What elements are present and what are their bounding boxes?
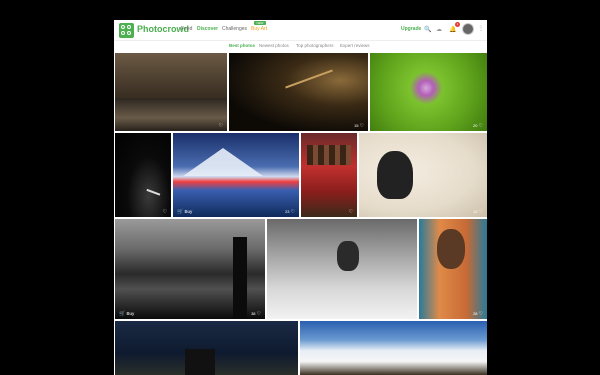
new-badge: NEW	[254, 21, 266, 25]
photocrowd-app: Photocrowd Feed Discover Challenges NEW …	[114, 20, 487, 375]
nav-buy-art[interactable]: Buy Art	[251, 26, 267, 32]
avatar[interactable]	[462, 23, 474, 35]
photo-stats: 23♡	[285, 209, 295, 215]
tab-expert-reviews[interactable]: Expert reviews	[340, 43, 370, 48]
photo-tile[interactable]: 20♡	[370, 53, 487, 131]
heart-icon[interactable]: ♡	[479, 123, 483, 129]
cart-icon: 🛒	[177, 209, 184, 215]
photo-stats: 12♡	[473, 209, 483, 215]
nav-feed[interactable]: Feed	[181, 26, 192, 32]
photo-tile[interactable]: ♡	[301, 133, 357, 217]
nav-discover[interactable]: Discover	[197, 26, 218, 32]
photo-tile[interactable]: 15♡	[229, 53, 368, 131]
heart-icon[interactable]: ♡	[349, 209, 353, 215]
heart-icon[interactable]: ♡	[291, 209, 295, 215]
cart-icon: 🛒	[119, 311, 126, 317]
bell-icon[interactable]: 🔔	[449, 26, 456, 33]
photo-tile[interactable]	[115, 321, 298, 375]
tab-newest-photos[interactable]: Newest photos	[259, 43, 289, 48]
photo-tile[interactable]: ♡	[267, 219, 417, 319]
heart-icon[interactable]: ♡	[479, 209, 483, 215]
photo-stats: ♡	[162, 209, 167, 215]
heart-icon[interactable]: ♡	[163, 209, 167, 215]
buy-link[interactable]: 🛒 Buy	[119, 311, 134, 317]
photo-tile[interactable]: 🛒 Buy 38♡	[115, 219, 265, 319]
heart-icon[interactable]: ♡	[257, 311, 261, 317]
upgrade-link[interactable]: Upgrade	[401, 26, 421, 32]
tab-best-photos[interactable]: Best photos	[229, 43, 255, 48]
more-icon[interactable]: ⋮	[478, 25, 484, 32]
photo-stats: 38♡	[251, 311, 261, 317]
photo-tile[interactable]: ♡	[115, 53, 227, 131]
photo-stats: ♡	[408, 311, 413, 317]
photo-stats: ♡	[218, 123, 223, 129]
photo-stats: 15♡	[354, 123, 364, 129]
top-bar: Photocrowd Feed Discover Challenges NEW …	[114, 20, 487, 41]
photo-grid: ♡ 15♡ 20♡ ♡ 🛒 Buy 23♡ ♡ 12♡ 🛒 Buy 38♡ ♡ …	[114, 53, 487, 375]
discover-subnav: Best photos Newest photos Top photograph…	[114, 41, 487, 52]
heart-icon[interactable]: ♡	[219, 123, 223, 129]
buy-link[interactable]: 🛒 Buy	[177, 209, 192, 215]
heart-icon[interactable]: ♡	[360, 123, 364, 129]
heart-icon[interactable]: ♡	[409, 311, 413, 317]
heart-icon[interactable]: ♡	[479, 311, 483, 317]
photo-stats: 28♡	[473, 311, 483, 317]
notification-count: 1	[455, 22, 460, 27]
photo-tile[interactable]	[300, 321, 487, 375]
search-icon[interactable]: 🔍	[424, 26, 431, 33]
photo-stats: 20♡	[473, 123, 483, 129]
photocrowd-logo-icon[interactable]	[119, 23, 134, 38]
tab-top-photographers[interactable]: Top photographers	[296, 43, 334, 48]
photo-tile[interactable]: ♡	[115, 133, 171, 217]
nav-challenges[interactable]: Challenges	[222, 26, 247, 32]
photo-tile[interactable]: 🛒 Buy 23♡	[173, 133, 299, 217]
photo-tile[interactable]: 12♡	[359, 133, 487, 217]
photo-stats: ♡	[348, 209, 353, 215]
upload-icon[interactable]: ☁	[436, 26, 442, 33]
photo-tile[interactable]: 28♡	[419, 219, 487, 319]
